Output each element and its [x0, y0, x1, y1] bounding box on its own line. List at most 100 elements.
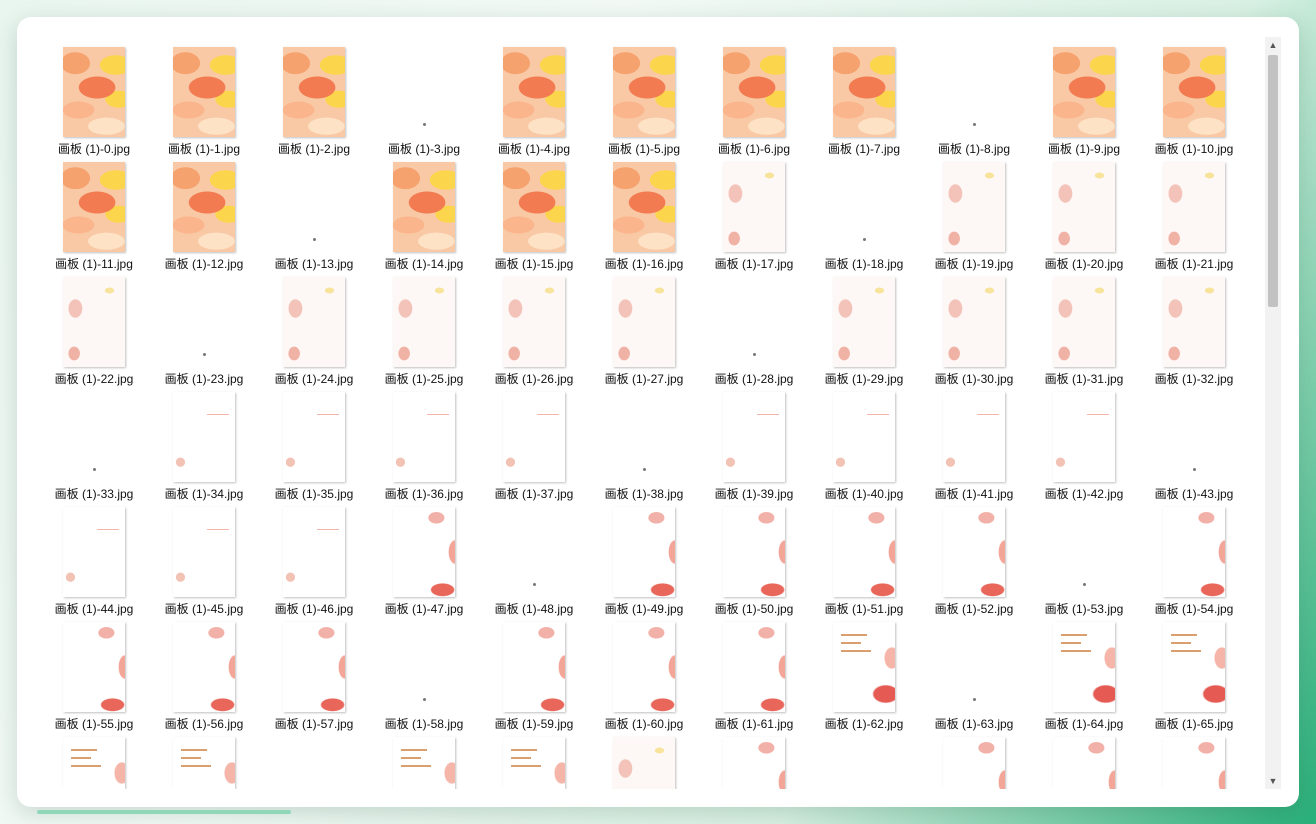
file-thumbnail — [393, 507, 455, 597]
file-thumbnail — [943, 737, 1005, 789]
file-item[interactable] — [259, 727, 369, 789]
loading-dot-icon — [423, 123, 426, 126]
file-thumbnail — [1053, 622, 1115, 712]
file-item[interactable]: 画板 (1)-18.jpg — [809, 152, 919, 271]
file-item[interactable]: 画板 (1)-51.jpg — [809, 497, 919, 616]
file-item[interactable]: 画板 (1)-53.jpg — [1029, 497, 1139, 616]
file-item[interactable] — [589, 727, 699, 789]
file-item[interactable]: 画板 (1)-55.jpg — [39, 612, 149, 731]
file-thumbnail — [723, 47, 785, 137]
file-item[interactable]: 画板 (1)-17.jpg — [699, 152, 809, 271]
file-item[interactable]: 画板 (1)-37.jpg — [479, 382, 589, 501]
file-item[interactable]: 画板 (1)-54.jpg — [1139, 497, 1249, 616]
file-item[interactable]: 画板 (1)-61.jpg — [699, 612, 809, 731]
file-item[interactable]: 画板 (1)-22.jpg — [39, 267, 149, 386]
file-item[interactable]: 画板 (1)-64.jpg — [1029, 612, 1139, 731]
file-item[interactable]: 画板 (1)-12.jpg — [149, 152, 259, 271]
file-item[interactable]: 画板 (1)-56.jpg — [149, 612, 259, 731]
file-item[interactable]: 画板 (1)-28.jpg — [699, 267, 809, 386]
file-item[interactable]: 画板 (1)-20.jpg — [1029, 152, 1139, 271]
file-item[interactable] — [699, 727, 809, 789]
file-item[interactable]: 画板 (1)-19.jpg — [919, 152, 1029, 271]
file-item[interactable]: 画板 (1)-40.jpg — [809, 382, 919, 501]
file-item[interactable] — [149, 727, 259, 789]
file-item[interactable]: 画板 (1)-16.jpg — [589, 152, 699, 271]
file-item[interactable]: 画板 (1)-43.jpg — [1139, 382, 1249, 501]
file-item[interactable]: 画板 (1)-46.jpg — [259, 497, 369, 616]
file-thumbnail — [723, 507, 785, 597]
file-thumbnail — [63, 162, 125, 252]
file-item[interactable]: 画板 (1)-48.jpg — [479, 497, 589, 616]
file-thumbnail — [613, 507, 675, 597]
file-item[interactable]: 画板 (1)-42.jpg — [1029, 382, 1139, 501]
file-item[interactable]: 画板 (1)-6.jpg — [699, 37, 809, 156]
loading-dot-icon — [93, 468, 96, 471]
file-item[interactable]: 画板 (1)-7.jpg — [809, 37, 919, 156]
thumbnail-grid[interactable]: 画板 (1)-0.jpg 画板 (1)-1.jpg 画板 (1)-2.jpg 画板 (… — [39, 37, 1261, 789]
file-item[interactable]: 画板 (1)-41.jpg — [919, 382, 1029, 501]
file-item[interactable]: 画板 (1)-44.jpg — [39, 497, 149, 616]
file-item[interactable]: 画板 (1)-10.jpg — [1139, 37, 1249, 156]
file-item[interactable]: 画板 (1)-47.jpg — [369, 497, 479, 616]
file-item[interactable]: 画板 (1)-1.jpg — [149, 37, 259, 156]
file-item[interactable] — [1139, 727, 1249, 789]
vertical-scrollbar[interactable]: ▲ ▼ — [1265, 37, 1281, 789]
file-thumbnail — [723, 162, 785, 252]
file-item[interactable] — [369, 727, 479, 789]
file-item[interactable]: 画板 (1)-31.jpg — [1029, 267, 1139, 386]
file-item[interactable]: 画板 (1)-23.jpg — [149, 267, 259, 386]
file-item[interactable]: 画板 (1)-59.jpg — [479, 612, 589, 731]
file-item[interactable]: 画板 (1)-11.jpg — [39, 152, 149, 271]
file-thumbnail — [63, 47, 125, 137]
file-item[interactable] — [1029, 727, 1139, 789]
file-item[interactable]: 画板 (1)-26.jpg — [479, 267, 589, 386]
file-item[interactable]: 画板 (1)-15.jpg — [479, 152, 589, 271]
file-item[interactable]: 画板 (1)-5.jpg — [589, 37, 699, 156]
scroll-thumb[interactable] — [1268, 55, 1278, 307]
file-thumbnail — [1053, 162, 1115, 252]
file-item[interactable]: 画板 (1)-45.jpg — [149, 497, 259, 616]
file-item[interactable]: 画板 (1)-0.jpg — [39, 37, 149, 156]
file-item[interactable]: 画板 (1)-4.jpg — [479, 37, 589, 156]
file-item[interactable]: 画板 (1)-60.jpg — [589, 612, 699, 731]
file-item[interactable]: 画板 (1)-36.jpg — [369, 382, 479, 501]
file-item[interactable]: 画板 (1)-13.jpg — [259, 152, 369, 271]
file-thumbnail — [63, 277, 125, 367]
file-thumbnail — [943, 507, 1005, 597]
file-item[interactable]: 画板 (1)-2.jpg — [259, 37, 369, 156]
file-item[interactable]: 画板 (1)-62.jpg — [809, 612, 919, 731]
file-thumbnail — [1163, 507, 1225, 597]
file-item[interactable] — [809, 727, 919, 789]
file-item[interactable]: 画板 (1)-52.jpg — [919, 497, 1029, 616]
file-item[interactable]: 画板 (1)-38.jpg — [589, 382, 699, 501]
file-item[interactable]: 画板 (1)-34.jpg — [149, 382, 259, 501]
file-item[interactable]: 画板 (1)-14.jpg — [369, 152, 479, 271]
file-item[interactable]: 画板 (1)-39.jpg — [699, 382, 809, 501]
file-thumbnail — [833, 737, 895, 789]
file-item[interactable]: 画板 (1)-27.jpg — [589, 267, 699, 386]
file-item[interactable] — [39, 727, 149, 789]
file-item[interactable]: 画板 (1)-9.jpg — [1029, 37, 1139, 156]
file-item[interactable]: 画板 (1)-30.jpg — [919, 267, 1029, 386]
scroll-down-icon[interactable]: ▼ — [1265, 773, 1281, 789]
file-item[interactable]: 画板 (1)-50.jpg — [699, 497, 809, 616]
file-item[interactable]: 画板 (1)-25.jpg — [369, 267, 479, 386]
file-thumbnail — [283, 507, 345, 597]
file-thumbnail — [1053, 47, 1115, 137]
file-item[interactable]: 画板 (1)-58.jpg — [369, 612, 479, 731]
file-item[interactable]: 画板 (1)-32.jpg — [1139, 267, 1249, 386]
file-item[interactable]: 画板 (1)-8.jpg — [919, 37, 1029, 156]
file-item[interactable]: 画板 (1)-35.jpg — [259, 382, 369, 501]
file-item[interactable]: 画板 (1)-3.jpg — [369, 37, 479, 156]
file-item[interactable]: 画板 (1)-49.jpg — [589, 497, 699, 616]
file-item[interactable] — [919, 727, 1029, 789]
file-item[interactable]: 画板 (1)-65.jpg — [1139, 612, 1249, 731]
file-item[interactable]: 画板 (1)-33.jpg — [39, 382, 149, 501]
file-item[interactable]: 画板 (1)-29.jpg — [809, 267, 919, 386]
file-item[interactable]: 画板 (1)-63.jpg — [919, 612, 1029, 731]
file-item[interactable]: 画板 (1)-57.jpg — [259, 612, 369, 731]
file-item[interactable]: 画板 (1)-24.jpg — [259, 267, 369, 386]
file-item[interactable]: 画板 (1)-21.jpg — [1139, 152, 1249, 271]
scroll-up-icon[interactable]: ▲ — [1265, 37, 1281, 53]
file-item[interactable] — [479, 727, 589, 789]
